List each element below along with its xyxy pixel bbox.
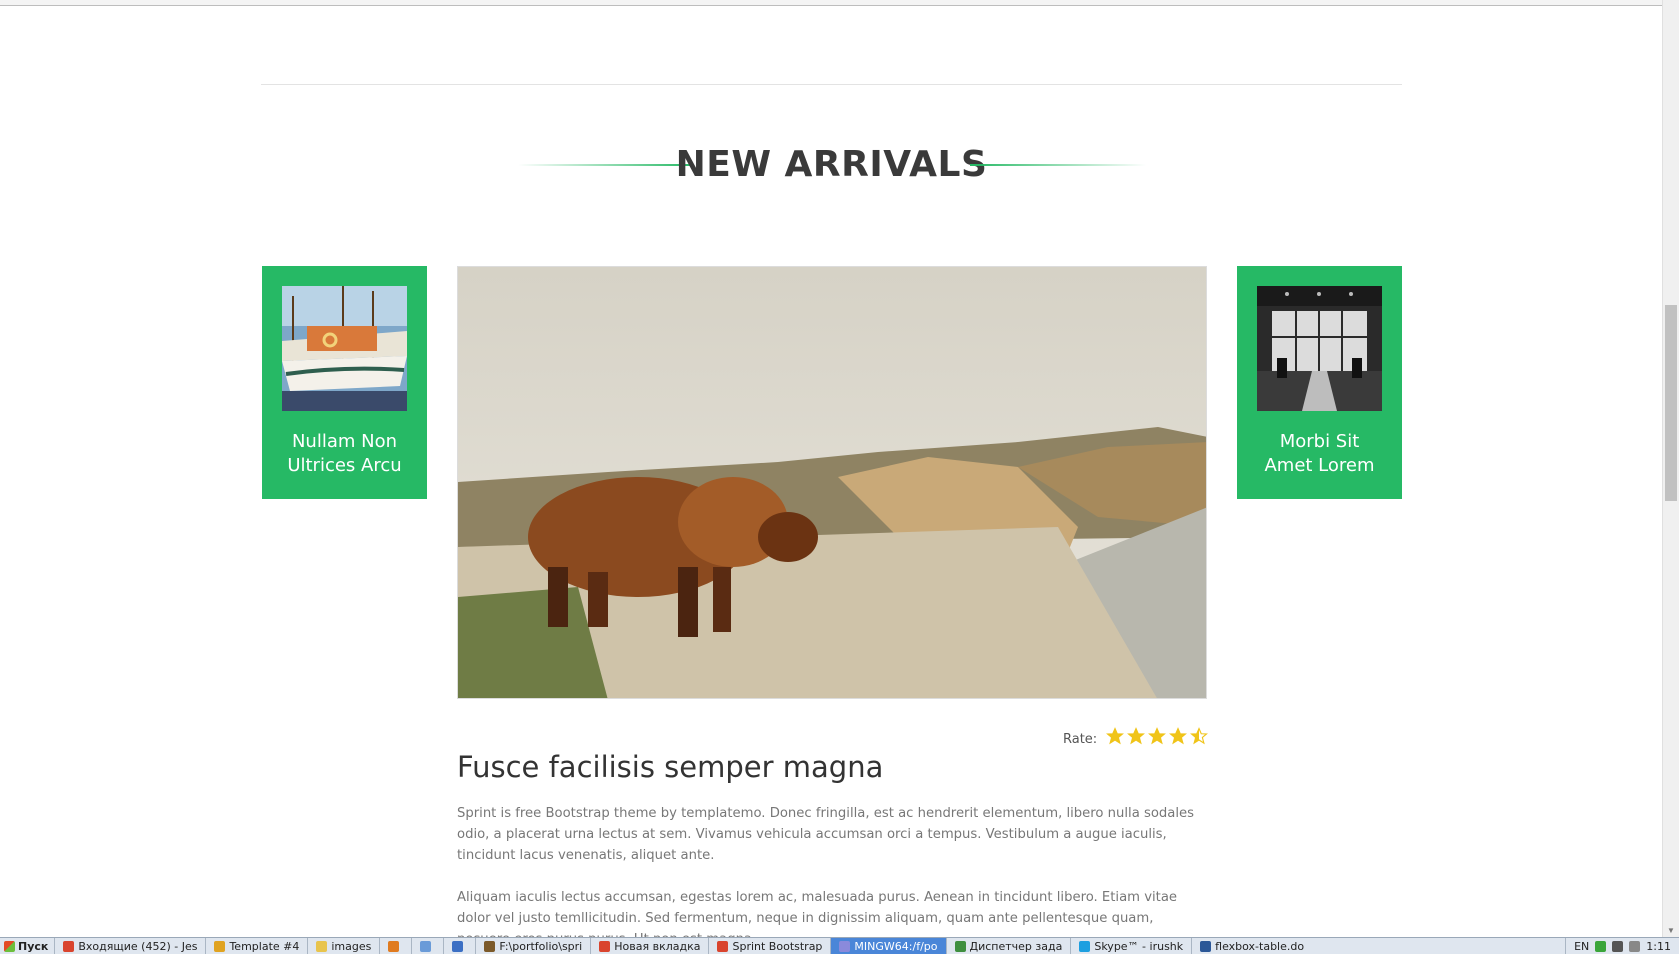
volume-icon[interactable] [1629, 940, 1641, 952]
star-full-icon [1169, 727, 1187, 745]
taskbar-button[interactable] [443, 938, 475, 954]
app-icon [954, 940, 966, 952]
heading-line-right [970, 164, 1146, 166]
app-icon [839, 940, 851, 952]
star-full-icon [1106, 727, 1124, 745]
taskbar-button[interactable] [411, 938, 443, 954]
taskbar-button-label: Диспетчер зада [969, 939, 1063, 953]
taskbar-button[interactable]: Skype™ - irushk [1070, 938, 1191, 954]
star-rating [1106, 727, 1208, 745]
taskbar-button[interactable]: Диспетчер зада [945, 938, 1071, 954]
page-scrollbar[interactable]: ▼ [1662, 0, 1679, 937]
taskbar-button[interactable]: Sprint Bootstrap [708, 938, 830, 954]
taskbar-button-label: images [331, 939, 372, 953]
windows-logo-icon [4, 940, 15, 952]
side-card-title: Morbi Sit Amet Lorem [1264, 431, 1375, 476]
app-icon [214, 940, 226, 952]
section-heading-wrap: NEW ARRIVALS [0, 140, 1663, 190]
taskbar-button-label: Sprint Bootstrap [732, 939, 823, 953]
app-icon [452, 940, 464, 952]
taskbar-button-label: F:\portfolio\spri [499, 939, 583, 953]
browser-top-edge [0, 0, 1663, 6]
start-button[interactable]: Пуск [0, 940, 54, 953]
cafe-interior-photo [1257, 286, 1382, 411]
tray-app-icon[interactable] [1595, 940, 1607, 952]
star-full-icon [1127, 727, 1145, 745]
taskbar-button[interactable]: images [307, 938, 379, 954]
description-paragraph: Sprint is free Bootstrap theme by templa… [457, 806, 1195, 864]
side-card-title: Nullam Non Ultrices Arcu [287, 431, 402, 476]
taskbar-button[interactable]: Входящие (452) - Jes [54, 938, 205, 954]
app-icon [599, 940, 611, 952]
boat-photo [282, 286, 407, 411]
taskbar-button-label: Новая вкладка [614, 939, 701, 953]
scrollbar-thumb[interactable] [1665, 305, 1677, 501]
scroll-down-icon[interactable]: ▼ [1666, 926, 1676, 935]
windows-taskbar: Пуск Входящие (452) - Jes Template #4 imag… [0, 937, 1679, 954]
app-icon [1079, 940, 1091, 952]
app-icon [316, 940, 328, 952]
taskbar-button-label: MINGW64:/f/po [854, 939, 938, 953]
app-icon [717, 940, 729, 952]
clock: 1:11 [1646, 939, 1671, 953]
product-title: Fusce facilisis semper magna [457, 750, 884, 785]
side-card-right[interactable]: Morbi Sit Amet Lorem [1237, 266, 1402, 499]
system-tray: EN 1:11 [1565, 938, 1679, 954]
tray-app-icon[interactable] [1612, 940, 1624, 952]
taskbar-button-label: Входящие (452) - Jes [78, 939, 198, 953]
taskbar-button-label: Template #4 [229, 939, 300, 953]
app-icon [388, 940, 400, 952]
app-icon [63, 940, 75, 952]
taskbar-button[interactable]: Новая вкладка [590, 938, 708, 954]
highland-cow-photo [457, 266, 1207, 699]
taskbar-button[interactable]: flexbox-table.do [1191, 938, 1312, 954]
taskbar-button-label: flexbox-table.do [1215, 939, 1305, 953]
star-half-icon [1190, 727, 1208, 745]
app-icon [1200, 940, 1212, 952]
star-full-icon [1148, 727, 1166, 745]
section-heading: NEW ARRIVALS [675, 144, 988, 185]
taskbar-button[interactable] [379, 938, 411, 954]
section-divider [261, 84, 1402, 85]
app-icon [484, 940, 496, 952]
side-card-left[interactable]: Nullam Non Ultrices Arcu [262, 266, 427, 499]
taskbar-button[interactable]: MINGW64:/f/po [830, 938, 946, 954]
rate-label: Rate: [1063, 732, 1098, 747]
taskbar-button[interactable]: F:\portfolio\spri [475, 938, 590, 954]
taskbar-button[interactable]: Template #4 [205, 938, 307, 954]
language-indicator[interactable]: EN [1574, 940, 1589, 953]
app-icon [420, 940, 432, 952]
taskbar-button-label: Skype™ - irushk [1094, 939, 1184, 953]
